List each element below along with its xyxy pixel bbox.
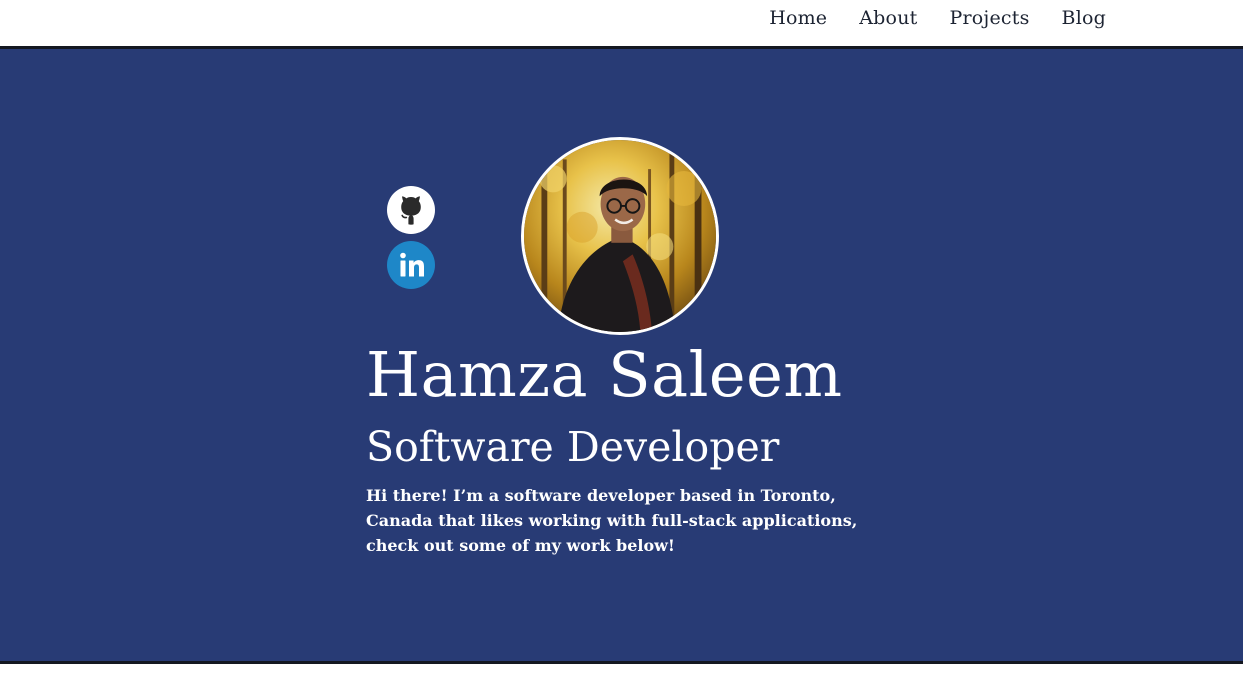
nav-blog-link[interactable]: Blog — [1062, 7, 1106, 29]
linkedin-icon — [400, 252, 424, 277]
hero-section: Hamza Saleem Software Developer Hi there… — [0, 49, 1243, 661]
section-divider — [0, 661, 1243, 664]
hero-bio: Hi there! I’m a software developer based… — [366, 486, 858, 555]
nav-home-link[interactable]: Home — [769, 7, 827, 29]
nav-links: Home About Projects Blog — [769, 7, 1106, 29]
profile-photo-image — [524, 140, 716, 332]
github-icon — [401, 196, 421, 225]
github-link[interactable] — [387, 186, 435, 234]
hero-role: Software Developer — [366, 423, 780, 471]
top-navigation: Home About Projects Blog — [0, 0, 1243, 49]
nav-about-link[interactable]: About — [859, 7, 917, 29]
nav-projects-link[interactable]: Projects — [949, 7, 1029, 29]
profile-photo — [521, 137, 719, 335]
linkedin-link[interactable] — [387, 241, 435, 289]
hero-name: Hamza Saleem — [366, 338, 843, 411]
